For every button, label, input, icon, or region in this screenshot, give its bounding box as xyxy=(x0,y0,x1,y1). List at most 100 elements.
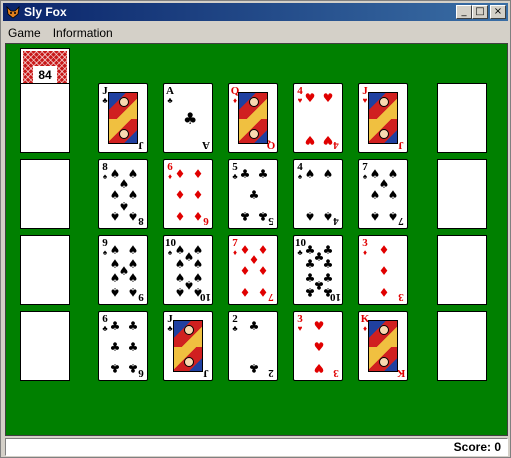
suit-pip-icon: ♠ xyxy=(322,167,334,181)
suit-pip-icon: ♣ xyxy=(109,361,121,375)
playing-card[interactable]: J ♣ J xyxy=(98,83,148,153)
minimize-button[interactable]: _ xyxy=(456,5,472,19)
suit-pip-icon: ♣ xyxy=(304,257,316,271)
left-empty-slot[interactable] xyxy=(20,311,70,381)
menu-game[interactable]: Game xyxy=(3,26,46,40)
suit-pip-icon: ♥ xyxy=(304,91,316,105)
menu-information[interactable]: Information xyxy=(48,26,118,40)
suit-pip-icon: ♣ xyxy=(304,285,316,299)
close-button[interactable]: × xyxy=(490,5,506,19)
suit-pip-icon: ♦ xyxy=(378,264,390,278)
suit-pip-icon: ♦ xyxy=(192,188,204,202)
left-empty-slot[interactable] xyxy=(20,159,70,229)
suit-pip-icon: ♠ xyxy=(109,243,121,257)
suit-pip-icon: ♦ xyxy=(192,209,204,223)
suit-pip-icon: ♠ xyxy=(369,209,381,223)
playing-card[interactable]: 6 ♦ 6 ♦ ♦ ♦ ♦ ♦ ♦ xyxy=(163,159,213,229)
playing-card[interactable]: 3 ♦ 3 ♦ ♦ ♦ xyxy=(358,235,408,305)
playing-card[interactable]: J ♣ J xyxy=(163,311,213,381)
suit-pip-icon: ♠ xyxy=(127,271,139,285)
suit-pip-icon: ♥ xyxy=(313,340,325,354)
app-window: Sly Fox _ □ × Game Information 84 J ♣ J A ♣ A… xyxy=(0,0,511,458)
face-card-portrait xyxy=(173,320,203,372)
suit-pip-icon: ♥ xyxy=(322,91,334,105)
suit-pip-icon: ♦ xyxy=(378,285,390,299)
suit-pip-icon: ♣ xyxy=(183,109,198,128)
suit-pip-icon: ♠ xyxy=(304,209,316,223)
playing-card[interactable]: 4 ♥ 4 ♥ ♥ ♥ ♥ xyxy=(293,83,343,153)
suit-pip-icon: ♠ xyxy=(174,285,186,299)
suit-pip-icon: ♣ xyxy=(239,209,251,223)
suit-pip-icon: ♣ xyxy=(257,209,269,223)
playing-card[interactable]: 10 ♣ 10 ♣ ♣ ♣ ♣ ♣ ♣ ♣ ♣ ♣ ♣ xyxy=(293,235,343,305)
right-empty-slot[interactable] xyxy=(437,235,487,305)
suit-pip-icon: ♠ xyxy=(192,285,204,299)
score-display: Score: 0 xyxy=(453,440,501,454)
face-card-portrait xyxy=(368,92,398,144)
right-empty-slot[interactable] xyxy=(437,83,487,153)
suit-pip-icon: ♦ xyxy=(174,188,186,202)
playing-card[interactable]: 8 ♠ 8 ♠ ♠ ♠ ♠ ♠ ♠ ♠ ♠ xyxy=(98,159,148,229)
suit-pip-icon: ♦ xyxy=(239,264,251,278)
playing-card[interactable]: 3 ♥ 3 ♥ ♥ ♥ xyxy=(293,311,343,381)
status-bar: Score: 0 xyxy=(5,438,508,456)
suit-pip-icon: ♠ xyxy=(127,285,139,299)
right-empty-slot[interactable] xyxy=(437,311,487,381)
face-card-portrait xyxy=(108,92,138,144)
suit-pip-icon: ♠ xyxy=(109,209,121,223)
menu-bar: Game Information xyxy=(3,23,508,42)
game-table: 84 J ♣ J A ♣ A ♣ Q ♦ Q 4 ♥ 4 ♥ ♥ ♥ ♥ J ♥ J 8 ♠ 8 ♠ ♠ ♠ ♠ ♠ ♠ ♠ ♠ 6 ♦ 6 ♦ ♦ ♦… xyxy=(5,43,508,436)
suit-pip-icon: ♣ xyxy=(109,319,121,333)
playing-card[interactable]: K ♦ K xyxy=(358,311,408,381)
suit-pip-icon: ♥ xyxy=(322,133,334,147)
suit-pip-icon: ♠ xyxy=(304,167,316,181)
suit-pip-icon: ♦ xyxy=(257,285,269,299)
suit-pip-icon: ♣ xyxy=(257,167,269,181)
suit-pip-icon: ♠ xyxy=(192,257,204,271)
suit-pip-icon: ♣ xyxy=(248,188,260,202)
suit-pip-icon: ♣ xyxy=(127,319,139,333)
playing-card[interactable]: 10 ♠ 10 ♠ ♠ ♠ ♠ ♠ ♠ ♠ ♠ ♠ ♠ xyxy=(163,235,213,305)
suit-pip-icon: ♣ xyxy=(109,340,121,354)
window-title: Sly Fox xyxy=(24,5,67,19)
suit-pip-icon: ♦ xyxy=(192,167,204,181)
playing-card[interactable]: 9 ♠ 9 ♠ ♠ ♠ ♠ ♠ ♠ ♠ ♠ ♠ xyxy=(98,235,148,305)
suit-pip-icon: ♣ xyxy=(322,285,334,299)
suit-pip-icon: ♦ xyxy=(239,285,251,299)
left-empty-slot[interactable] xyxy=(20,83,70,153)
suit-pip-icon: ♦ xyxy=(257,264,269,278)
suit-pip-icon: ♥ xyxy=(313,361,325,375)
suit-pip-icon: ♣ xyxy=(248,319,260,333)
stock-count: 84 xyxy=(33,66,57,84)
playing-card[interactable]: 5 ♣ 5 ♣ ♣ ♣ ♣ ♣ xyxy=(228,159,278,229)
title-bar[interactable]: Sly Fox _ □ × xyxy=(3,3,508,21)
suit-pip-icon: ♠ xyxy=(369,188,381,202)
suit-pip-icon: ♠ xyxy=(127,209,139,223)
playing-card[interactable]: 4 ♠ 4 ♠ ♠ ♠ ♠ xyxy=(293,159,343,229)
right-empty-slot[interactable] xyxy=(437,159,487,229)
suit-pip-icon: ♣ xyxy=(127,361,139,375)
face-card-portrait xyxy=(238,92,268,144)
playing-card[interactable]: 2 ♣ 2 ♣ ♣ xyxy=(228,311,278,381)
suit-pip-icon: ♦ xyxy=(174,167,186,181)
fox-app-icon xyxy=(6,5,20,19)
suit-pip-icon: ♠ xyxy=(387,188,399,202)
playing-card[interactable]: 7 ♦ 7 ♦ ♦ ♦ ♦ ♦ ♦ ♦ xyxy=(228,235,278,305)
left-empty-slot[interactable] xyxy=(20,235,70,305)
playing-card[interactable]: A ♣ A ♣ xyxy=(163,83,213,153)
suit-pip-icon: ♠ xyxy=(109,285,121,299)
suit-pip-icon: ♥ xyxy=(313,319,325,333)
suit-pip-icon: ♥ xyxy=(304,133,316,147)
playing-card[interactable]: 7 ♠ 7 ♠ ♠ ♠ ♠ ♠ ♠ ♠ xyxy=(358,159,408,229)
suit-pip-icon: ♠ xyxy=(174,257,186,271)
playing-card[interactable]: J ♥ J xyxy=(358,83,408,153)
suit-pip-icon: ♦ xyxy=(378,243,390,257)
playing-card[interactable]: Q ♦ Q xyxy=(228,83,278,153)
suit-pip-icon: ♣ xyxy=(127,340,139,354)
suit-pip-icon: ♠ xyxy=(109,271,121,285)
maximize-button[interactable]: □ xyxy=(472,5,488,19)
suit-pip-icon: ♣ xyxy=(248,361,260,375)
suit-pip-icon: ♠ xyxy=(387,209,399,223)
suit-pip-icon: ♠ xyxy=(322,209,334,223)
playing-card[interactable]: 6 ♣ 6 ♣ ♣ ♣ ♣ ♣ ♣ xyxy=(98,311,148,381)
